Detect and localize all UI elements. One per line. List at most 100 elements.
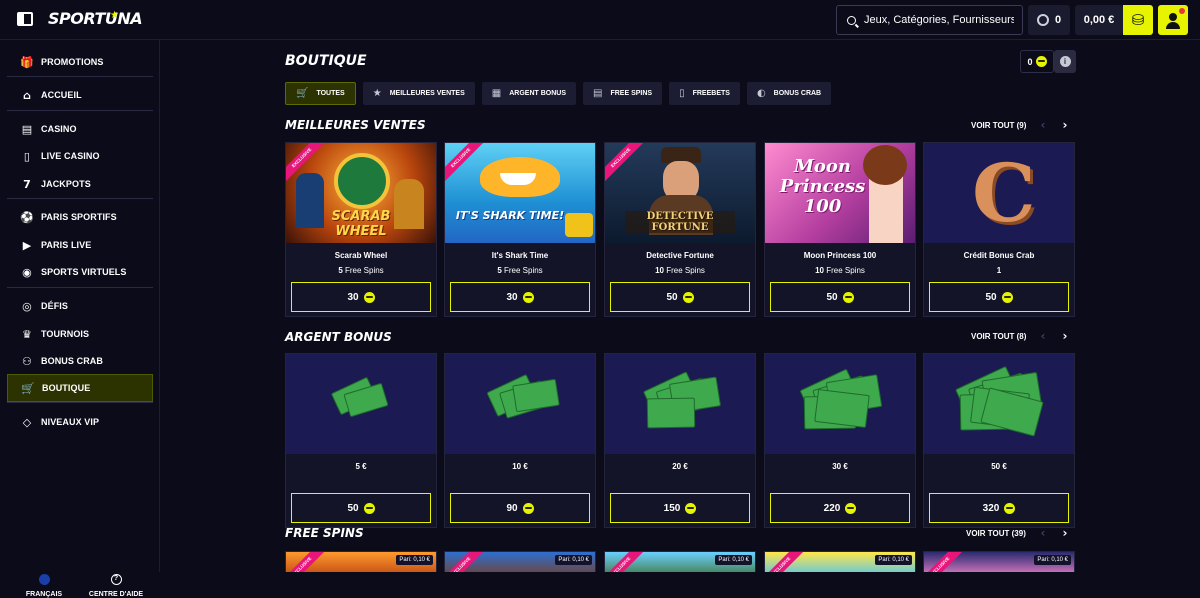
search-input[interactable] [864,14,1014,26]
balance-display[interactable]: 0,00 € [1075,5,1123,35]
product-card[interactable]: SCARAB WHEEL EXCLUSIVE Scarab Wheel 5 Fre… [285,142,437,317]
sidebar-item-paris-live[interactable]: ▶ PARIS LIVE [7,231,153,259]
tab-label: TOUTES [316,90,345,97]
sidebar-item-jackpots[interactable]: 7 JACKPOTS [7,170,153,198]
coins-button[interactable]: 0 [1028,5,1070,35]
next-arrow-icon[interactable]: › [1058,526,1072,540]
product-card[interactable]: 30 € 220 [764,353,916,528]
info-button[interactable]: i [1054,50,1076,73]
product-image[interactable]: DETECTIVE FORTUNE EXCLUSIVE [605,143,755,243]
prev-arrow-icon[interactable]: ‹ [1036,526,1050,540]
product-image[interactable]: IT'S SHARK TIME! EXCLUSIVE [445,143,595,243]
sidebar-item-live-casino[interactable]: ▯ LIVE CASINO [7,142,153,170]
product-card[interactable]: EXCLUSIVE Pari: 0,10 € [444,551,596,572]
buy-button[interactable]: 150 [610,493,750,523]
sidebar-item-tournois[interactable]: ♛ TOURNOIS [7,320,153,348]
product-name: 10 € [512,462,528,471]
buy-button[interactable]: 50 [610,282,750,312]
product-quantity: 10 Free Spins [815,266,865,275]
buy-button[interactable]: 220 [770,493,910,523]
prev-arrow-icon[interactable]: ‹ [1036,329,1050,343]
buy-button[interactable]: 50 [291,493,431,523]
tab-freebets[interactable]: ▯ FREEBETS [669,82,740,105]
product-card[interactable]: C Crédit Bonus Crab 1 50 [923,142,1075,317]
bet-amount-badge: Pari: 0,10 € [875,555,912,565]
sidebar-item-label: DÉFIS [41,301,69,311]
product-card[interactable]: 5 € 50 [285,353,437,528]
sidebar-toggle-icon[interactable] [17,12,33,26]
language-button[interactable]: FRANÇAIS [4,574,84,598]
product-card[interactable]: Moon Princess 100 Moon Princess 100 10 Fre… [764,142,916,317]
product-image[interactable]: C [924,143,1074,243]
cash-bundle-image[interactable] [445,354,595,454]
voir-tout-money[interactable]: VOIR TOUT (8) [971,332,1026,341]
product-image[interactable]: SCARAB WHEEL EXCLUSIVE [286,143,436,243]
sidebar-item-casino[interactable]: ▤ CASINO [7,115,153,143]
product-card[interactable]: EXCLUSIVE Pari: 0,10 € [604,551,756,572]
logo[interactable]: SPORTUNA ★ [48,9,143,28]
product-card[interactable]: EXCLUSIVE Pari: 0,10 € [285,551,437,572]
diamond-icon: ◇ [22,415,32,429]
cash-bundle-image[interactable] [605,354,755,454]
tab-bonus-crab[interactable]: ◐ BONUS CRAB [746,82,832,105]
sidebar-item-paris-sportifs[interactable]: ⚽ PARIS SPORTIFS [7,203,153,231]
exclusive-badge: EXCLUSIVE [924,552,965,572]
sidebar-item-bonus-crab[interactable]: ⚇ BONUS CRAB [7,347,153,375]
coin-icon [682,291,694,303]
info-icon: i [1059,56,1071,67]
sidebar-item-boutique[interactable]: 🛒 BOUTIQUE [7,374,153,402]
sidebar-item-promotions[interactable]: 🎁 PROMOTIONS [7,48,153,76]
coin-icon [1036,14,1049,26]
exclusive-badge: EXCLUSIVE [286,552,327,572]
product-name: 20 € [672,462,688,471]
game-art-title: DETECTIVE FORTUNE [625,211,735,233]
tab-argent-bonus[interactable]: ▦ ARGENT BONUS [481,82,576,105]
product-card[interactable]: 50 € 320 [923,353,1075,528]
help-center-button[interactable]: ? CENTRE D'AIDE [76,574,156,598]
sidebar-item-niveaux-vip[interactable]: ◇ NIVEAUX VIP [7,408,153,436]
sidebar-item-accueil[interactable]: ⌂ ACCUEIL [7,81,153,109]
exclusive-badge: EXCLUSIVE [605,552,646,572]
product-card[interactable]: DETECTIVE FORTUNE EXCLUSIVE Detective For… [604,142,756,317]
sidebar-item-label: TOURNOIS [41,329,90,339]
product-image[interactable]: Moon Princess 100 [765,143,915,243]
next-arrow-icon[interactable]: › [1058,329,1072,343]
sidebar-item-label: PARIS SPORTIFS [41,212,117,222]
buy-button[interactable]: 50 [770,282,910,312]
tab-toutes[interactable]: 🛒 TOUTES [285,82,356,105]
buy-button[interactable]: 50 [929,282,1069,312]
bet-amount-badge: Pari: 0,10 € [396,555,433,565]
trophy-icon: ♛ [22,327,32,341]
prev-arrow-icon[interactable]: ‹ [1036,118,1050,132]
user-button[interactable] [1158,5,1188,35]
product-card[interactable]: 20 € 150 [604,353,756,528]
next-arrow-icon[interactable]: › [1058,118,1072,132]
sidebar-item-sports-virtuels[interactable]: ◉ SPORTS VIRTUELS [7,258,153,286]
product-card[interactable]: IT'S SHARK TIME! EXCLUSIVE It's Shark Ti… [444,142,596,317]
buy-button[interactable]: 30 [291,282,431,312]
voir-tout-best[interactable]: VOIR TOUT (9) [971,121,1026,130]
tab-meilleures-ventes[interactable]: ★ MEILLEURES VENTES [362,82,475,105]
product-card[interactable]: EXCLUSIVE Pari: 0,10 € [923,551,1075,572]
buy-button[interactable]: 320 [929,493,1069,523]
user-icon [1169,13,1177,21]
tab-free-spins[interactable]: ▤ FREE SPINS [583,82,663,105]
cash-bundle-image[interactable] [286,354,436,454]
game-art-title: IT'S SHARK TIME! [455,209,565,222]
game-art-title: Moon [793,156,852,177]
cash-bundle-image[interactable] [765,354,915,454]
basket-icon: 🛒 [296,88,309,99]
product-card[interactable]: 10 € 90 [444,353,596,528]
cash-bundle-image[interactable] [924,354,1074,454]
search-bar[interactable] [836,5,1023,35]
deposit-button[interactable]: ⛁ [1123,5,1153,35]
sidebar-item-label: NIVEAUX VIP [41,417,100,427]
product-card[interactable]: EXCLUSIVE Pari: 0,10 € [764,551,916,572]
sidebar-item-défis[interactable]: ◎ DÉFIS [7,292,153,320]
gift-icon: 🎁 [20,55,34,69]
voir-tout-spins[interactable]: VOIR TOUT (39) [966,529,1026,538]
buy-button[interactable]: 90 [450,493,590,523]
buy-button[interactable]: 30 [450,282,590,312]
product-name: It's Shark Time [491,251,549,260]
sidebar-divider [7,402,153,403]
